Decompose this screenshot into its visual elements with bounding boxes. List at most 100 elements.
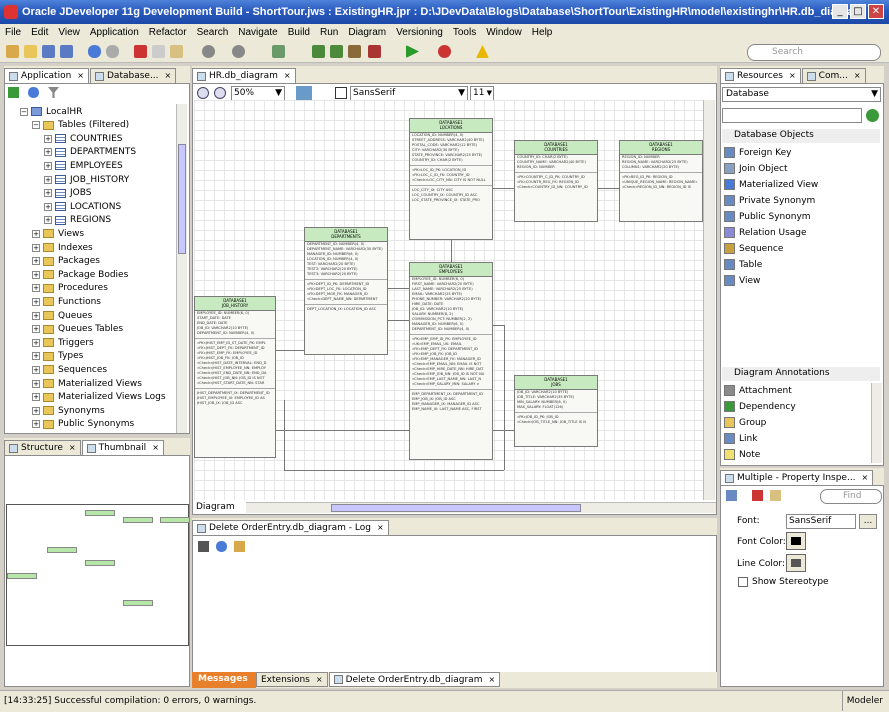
relationship-line[interactable] xyxy=(493,188,514,189)
palette-item-private-synonym[interactable]: Private Synonym xyxy=(724,193,815,208)
expand-icon[interactable]: + xyxy=(32,379,40,388)
menu-diagram[interactable]: Diagram xyxy=(343,27,391,38)
relationship-line[interactable] xyxy=(598,188,619,189)
tree-item-tables-filtered-[interactable]: − Tables (Filtered) xyxy=(32,119,129,132)
bookmark-icon[interactable] xyxy=(726,490,737,501)
deploy-icon[interactable] xyxy=(348,45,361,58)
pin-icon[interactable] xyxy=(752,490,763,501)
collapse-icon[interactable]: − xyxy=(20,107,28,116)
debug-icon[interactable] xyxy=(438,45,451,58)
tab-diagram[interactable]: Diagram xyxy=(194,501,246,514)
entity-countries[interactable]: DATABASE1 COUNTRIES COUNTRY_ID: CHAR(2 BYT… xyxy=(514,140,598,222)
diagram-scroll-thumb[interactable] xyxy=(331,504,581,512)
tree-item-package-bodies[interactable]: + Package Bodies xyxy=(32,268,128,281)
palette-item-foreign-key[interactable]: Foreign Key xyxy=(724,145,792,160)
tree-item-employees[interactable]: + EMPLOYEES xyxy=(44,159,123,172)
maximize-button[interactable]: □ xyxy=(850,4,866,19)
tree-item-departments[interactable]: + DEPARTMENTS xyxy=(44,146,136,159)
section-database-objects[interactable]: Database Objects xyxy=(722,129,880,143)
expand-icon[interactable]: + xyxy=(32,325,40,334)
tab-hr-db-diagram[interactable]: HR.db_diagram × xyxy=(192,68,296,83)
thumbnail-viewport[interactable] xyxy=(6,504,190,646)
close-window-button[interactable]: ✕ xyxy=(868,4,884,19)
expand-icon[interactable]: + xyxy=(44,148,52,157)
save-icon[interactable] xyxy=(42,45,55,58)
palette-item-join-object[interactable]: Join Object xyxy=(724,161,788,176)
palette-item-group[interactable]: Group xyxy=(724,415,766,430)
menu-file[interactable]: File xyxy=(0,27,26,38)
entity-jobs[interactable]: DATABASE1 JOBS JOB_ID: VARCHAR2(10 BYTE) JO… xyxy=(514,375,598,447)
relationship-line[interactable] xyxy=(284,470,504,471)
font-color-button[interactable] xyxy=(786,532,806,550)
palette-category-select[interactable]: Database ▼ xyxy=(722,87,881,102)
tab-property-inspector[interactable]: Multiple - Property Inspe... × xyxy=(720,470,874,485)
expand-icon[interactable]: + xyxy=(32,284,40,293)
menu-window[interactable]: Window xyxy=(481,27,527,38)
relationship-line[interactable] xyxy=(493,325,504,326)
add-connection-icon[interactable] xyxy=(8,87,19,98)
font-value-field[interactable]: SansSerif xyxy=(786,514,856,529)
tree-item-job-history[interactable]: + JOB_HISTORY xyxy=(44,173,129,186)
expand-icon[interactable]: + xyxy=(32,352,40,361)
menu-build[interactable]: Build xyxy=(283,27,315,38)
expand-icon[interactable]: + xyxy=(44,189,52,198)
open-icon[interactable] xyxy=(24,45,37,58)
diagram-horizontal-scrollbar[interactable] xyxy=(246,502,716,513)
minimize-button[interactable]: _ xyxy=(832,4,848,19)
tab-application[interactable]: Application × xyxy=(4,68,89,83)
refresh-icon[interactable] xyxy=(216,541,227,552)
line-color-button[interactable] xyxy=(786,554,806,572)
relationship-line[interactable] xyxy=(451,240,452,262)
tree-item-synonyms[interactable]: + Synonyms xyxy=(32,404,105,417)
expand-icon[interactable]: + xyxy=(44,161,52,170)
tree-item-views[interactable]: + Views xyxy=(32,227,84,240)
expand-icon[interactable]: + xyxy=(32,365,40,374)
expand-icon[interactable]: + xyxy=(44,134,52,143)
undo-icon[interactable] xyxy=(88,45,101,58)
expand-icon[interactable]: + xyxy=(32,243,40,252)
font-chooser-button[interactable]: ... xyxy=(859,514,877,529)
inspector-find-input[interactable]: Find xyxy=(820,489,882,504)
tab-resources[interactable]: Resources × xyxy=(720,68,801,83)
palette-item-sequence[interactable]: Sequence xyxy=(724,241,783,256)
tab-component-palette[interactable]: Com... × xyxy=(801,68,866,83)
cut-icon[interactable] xyxy=(134,45,147,58)
menu-refactor[interactable]: Refactor xyxy=(144,27,192,38)
expand-icon[interactable]: + xyxy=(32,270,40,279)
tree-item-triggers[interactable]: + Triggers xyxy=(32,336,94,349)
tab-messages[interactable]: Messages xyxy=(192,672,256,688)
tree-item-types[interactable]: + Types xyxy=(32,350,83,363)
font-family-select[interactable]: SansSerif ▼ xyxy=(350,86,468,101)
fill-color-icon[interactable] xyxy=(335,87,347,99)
warning-icon[interactable] xyxy=(476,45,489,58)
expand-icon[interactable]: + xyxy=(44,175,52,184)
navigate-icon[interactable] xyxy=(272,45,285,58)
palette-search-input[interactable] xyxy=(722,108,862,123)
tree-item-localhr[interactable]: − LocalHR xyxy=(20,105,82,118)
menu-help[interactable]: Help xyxy=(527,27,558,38)
palette-item-public-synonym[interactable]: Public Synonym xyxy=(724,209,811,224)
expand-icon[interactable]: + xyxy=(32,338,40,347)
section-diagram-annotations[interactable]: Diagram Annotations xyxy=(722,367,880,381)
expand-icon[interactable]: + xyxy=(32,311,40,320)
make-icon[interactable] xyxy=(312,45,325,58)
tree-item-countries[interactable]: + COUNTRIES xyxy=(44,132,123,145)
palette-vertical-scrollbar[interactable] xyxy=(871,383,882,463)
palette-item-relation-usage[interactable]: Relation Usage xyxy=(724,225,807,240)
tree-item-locations[interactable]: + LOCATIONS xyxy=(44,200,121,213)
relationship-line[interactable] xyxy=(388,320,409,321)
zoom-select[interactable]: 50% ▼ xyxy=(231,86,285,101)
tree-item-regions[interactable]: + REGIONS xyxy=(44,214,111,227)
tree-item-indexes[interactable]: + Indexes xyxy=(32,241,93,254)
tree-item-materialized-views[interactable]: + Materialized Views xyxy=(32,377,142,390)
menu-versioning[interactable]: Versioning xyxy=(391,27,448,38)
expand-icon[interactable]: + xyxy=(44,202,52,211)
entity-employees[interactable]: DATABASE1 EMPLOYEES EMPLOYEE_ID: NUMBER(6,… xyxy=(409,262,493,460)
go-icon[interactable] xyxy=(866,109,879,122)
tree-item-packages[interactable]: + Packages xyxy=(32,255,100,268)
connection-icon[interactable] xyxy=(368,45,381,58)
tab-extensions[interactable]: Extensions × xyxy=(256,672,328,687)
expand-icon[interactable]: + xyxy=(32,229,40,238)
new-icon[interactable] xyxy=(6,45,19,58)
palette-item-dependency[interactable]: Dependency xyxy=(724,399,796,414)
